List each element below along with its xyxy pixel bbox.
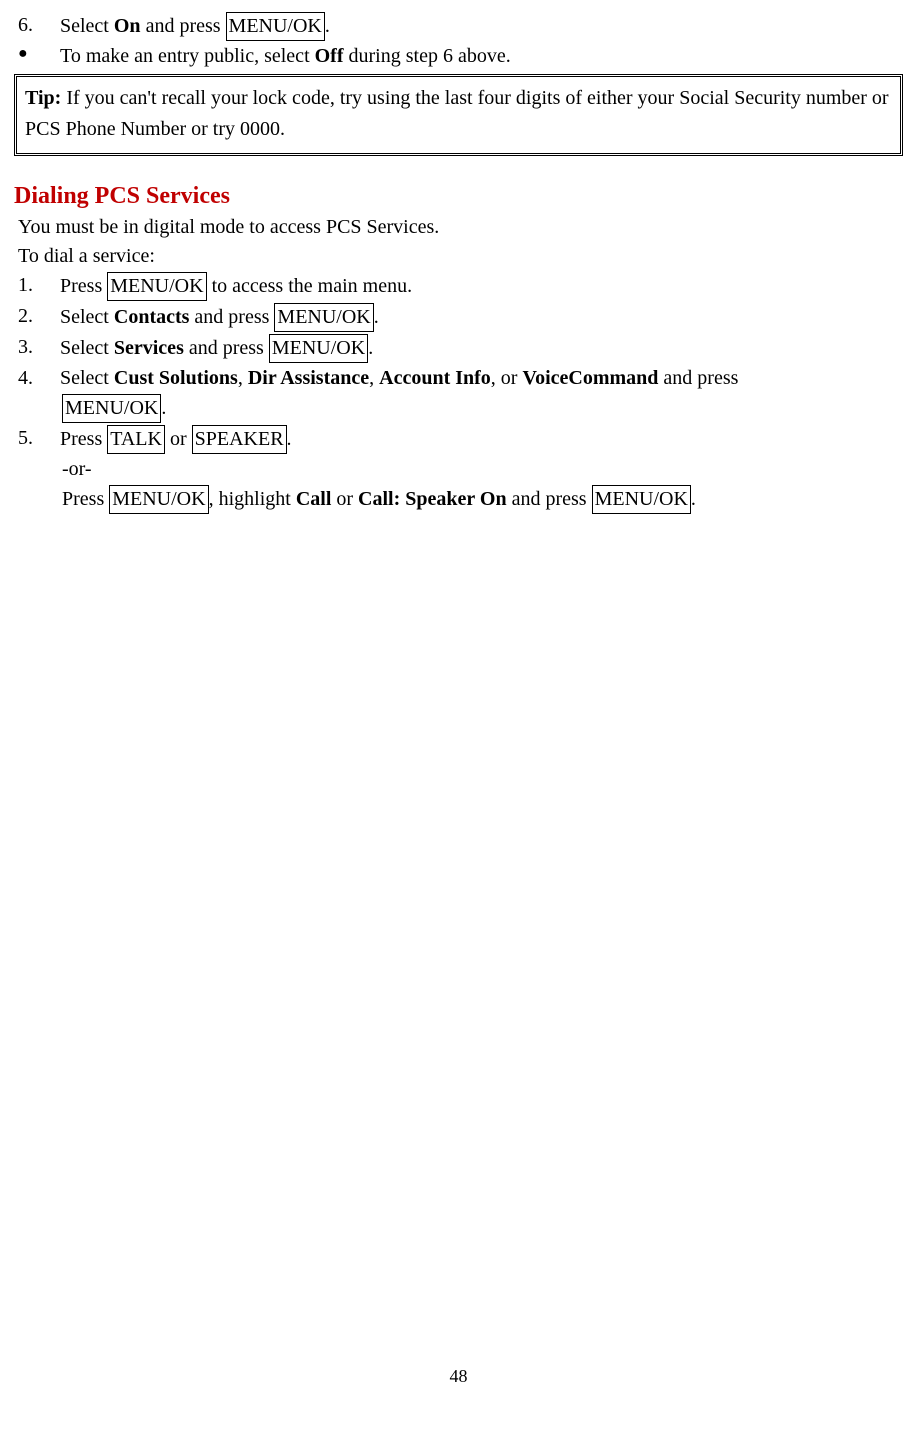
bullet-public: ● To make an entry public, select Off du… bbox=[14, 43, 903, 70]
step-4-cont: MENU/OK. bbox=[14, 394, 903, 423]
tip-label: Tip: bbox=[25, 87, 61, 109]
speaker-key: SPEAKER bbox=[192, 425, 287, 454]
talk-key: TALK bbox=[107, 425, 165, 454]
intro-1: You must be in digital mode to access PC… bbox=[14, 214, 903, 241]
step-5: 5. Press TALK or SPEAKER. bbox=[14, 425, 903, 454]
step-3: 3. Select Services and press MENU/OK. bbox=[14, 334, 903, 363]
step-6: 6. Select On and press MENU/OK. bbox=[14, 12, 903, 41]
step-6-text: Select On and press MENU/OK. bbox=[60, 12, 903, 41]
intro-2: To dial a service: bbox=[14, 243, 903, 270]
step-1: 1. Press MENU/OK to access the main menu… bbox=[14, 272, 903, 301]
step-4: 4. Select Cust Solutions, Dir Assistance… bbox=[14, 365, 903, 392]
page-number: 48 bbox=[14, 1364, 903, 1388]
marker-6: 6. bbox=[14, 12, 60, 39]
menu-ok-key: MENU/OK bbox=[274, 303, 373, 332]
tip-box: Tip: If you can't recall your lock code,… bbox=[14, 74, 903, 156]
step-5-or: -or- bbox=[14, 456, 903, 483]
step-2: 2. Select Contacts and press MENU/OK. bbox=[14, 303, 903, 332]
menu-ok-key: MENU/OK bbox=[62, 394, 161, 423]
bullet-text: To make an entry public, select Off duri… bbox=[60, 43, 903, 70]
menu-ok-key: MENU/OK bbox=[109, 485, 208, 514]
menu-ok-key: MENU/OK bbox=[592, 485, 691, 514]
step-5-alt: Press MENU/OK, highlight Call or Call: S… bbox=[14, 485, 903, 514]
menu-ok-key: MENU/OK bbox=[107, 272, 206, 301]
menu-ok-key: MENU/OK bbox=[269, 334, 368, 363]
bullet-icon: ● bbox=[14, 43, 60, 65]
menu-ok-key: MENU/OK bbox=[226, 12, 325, 41]
section-heading: Dialing PCS Services bbox=[14, 180, 903, 212]
tip-text: If you can't recall your lock code, try … bbox=[25, 87, 889, 140]
